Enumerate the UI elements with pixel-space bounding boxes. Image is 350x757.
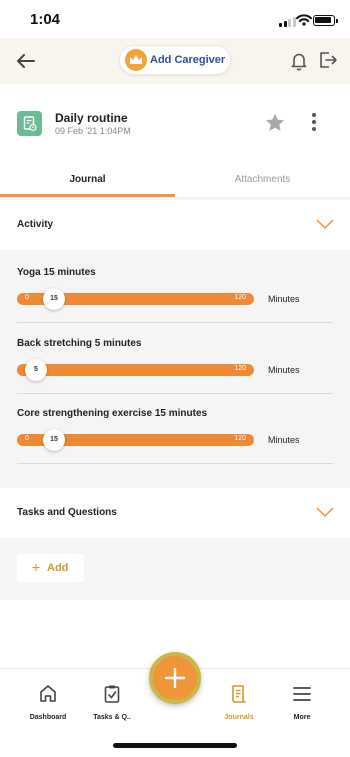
- entry-date: 09 Feb '21 1:04PM: [55, 126, 131, 136]
- logout-icon[interactable]: [318, 50, 338, 70]
- activity-row: Core strengthening exercise 15 minutes 0…: [17, 401, 333, 471]
- journal-content: Activity Yoga 15 minutes 0 120 15 Minute…: [0, 198, 350, 600]
- slider-min-label: 0: [25, 294, 29, 301]
- slider-thumb[interactable]: 15: [43, 288, 65, 310]
- tasks-section-header[interactable]: Tasks and Questions: [0, 488, 350, 538]
- tab-attachments[interactable]: Attachments: [175, 164, 350, 197]
- slider-min-label: 0: [25, 435, 29, 442]
- signal-icon: [279, 16, 296, 27]
- activity-row: Yoga 15 minutes 0 120 15 Minutes: [17, 260, 333, 330]
- nav-more[interactable]: More: [267, 683, 337, 723]
- slider-thumb[interactable]: 15: [43, 429, 65, 451]
- home-indicator: [113, 743, 237, 748]
- divider: [17, 393, 333, 394]
- minutes-slider[interactable]: 0 120 15: [17, 429, 254, 451]
- slider-max-label: 120: [234, 294, 246, 301]
- active-tab-indicator: [0, 194, 175, 197]
- chevron-down-icon: [316, 507, 334, 517]
- nav-label: Journals: [224, 714, 254, 721]
- status-bar: 1:04: [0, 0, 350, 38]
- journal-entry-header: Daily routine 09 Feb '21 1:04PM: [0, 84, 350, 164]
- entry-title: Daily routine: [55, 111, 128, 125]
- more-options-icon[interactable]: [310, 113, 318, 133]
- activity-name: Core strengthening exercise 15 minutes: [17, 408, 208, 419]
- unit-label: Minutes: [268, 365, 300, 375]
- activity-row: Back stretching 5 minutes 120 5 Minutes: [17, 331, 333, 401]
- divider: [17, 463, 333, 464]
- tab-bar: Journal Attachments: [0, 164, 350, 198]
- nav-label: Dashboard: [29, 714, 67, 721]
- clipboard-icon: [104, 685, 120, 703]
- plus-icon: +: [32, 559, 41, 575]
- nav-label: Tasks & Q..: [93, 714, 131, 721]
- app-header: Add Caregiver: [0, 38, 350, 84]
- activity-name: Yoga 15 minutes: [17, 267, 96, 278]
- slider-max-label: 120: [234, 365, 246, 372]
- battery-icon: [313, 15, 338, 26]
- menu-icon: [293, 687, 311, 701]
- add-task-button[interactable]: + Add: [17, 554, 84, 582]
- unit-label: Minutes: [268, 435, 300, 445]
- unit-label: Minutes: [268, 294, 300, 304]
- nav-tasks[interactable]: Tasks & Q..: [77, 683, 147, 723]
- chevron-down-icon: [316, 219, 334, 229]
- minutes-slider[interactable]: 0 120 15: [17, 288, 254, 310]
- add-caregiver-button[interactable]: Add Caregiver: [119, 45, 231, 75]
- back-arrow-icon[interactable]: [14, 49, 38, 73]
- bell-icon[interactable]: [290, 51, 308, 71]
- activity-section-label: Activity: [17, 219, 54, 230]
- minutes-slider[interactable]: 120 5: [17, 359, 254, 381]
- slider-thumb[interactable]: 5: [25, 359, 47, 381]
- journal-icon: [232, 685, 246, 703]
- nav-dashboard[interactable]: Dashboard: [13, 683, 83, 723]
- home-icon: [40, 685, 56, 702]
- routine-icon: [17, 111, 42, 136]
- nav-label: More: [293, 714, 311, 721]
- add-button-label: Add: [47, 562, 69, 574]
- tasks-section-label: Tasks and Questions: [17, 507, 117, 518]
- status-time: 1:04: [30, 11, 61, 28]
- activity-section-header[interactable]: Activity: [0, 200, 350, 250]
- nav-journals[interactable]: Journals: [204, 683, 274, 723]
- tab-journal[interactable]: Journal: [0, 164, 175, 197]
- slider-max-label: 120: [234, 435, 246, 442]
- activity-name: Back stretching 5 minutes: [17, 338, 142, 349]
- divider: [17, 322, 333, 323]
- add-caregiver-label: Add Caregiver: [150, 54, 226, 66]
- create-entry-button[interactable]: [149, 652, 201, 704]
- wifi-icon: [296, 14, 312, 26]
- crown-icon: [125, 49, 147, 71]
- star-icon[interactable]: [264, 112, 286, 134]
- plus-icon: [164, 667, 186, 689]
